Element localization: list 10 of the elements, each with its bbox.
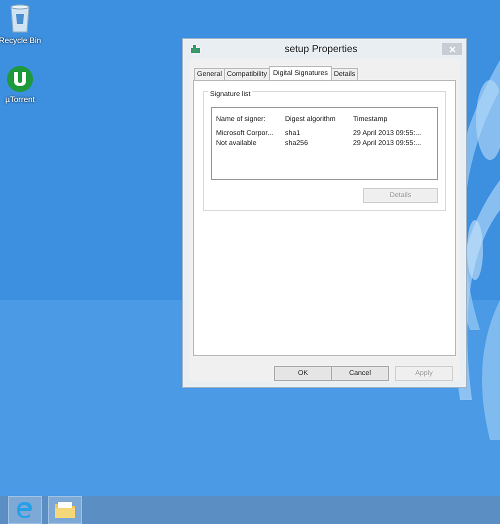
- recycle-bin-icon[interactable]: [9, 4, 31, 34]
- browser-e-icon: [15, 500, 35, 520]
- torrent-icon[interactable]: [6, 65, 34, 93]
- close-button[interactable]: [442, 43, 462, 55]
- window-title: setup Properties: [284, 44, 358, 54]
- app-icon: [191, 45, 200, 53]
- close-icon: [448, 46, 456, 52]
- taskbar-button[interactable]: [8, 496, 42, 524]
- folder-icon: [54, 501, 76, 519]
- taskbar-button[interactable]: [48, 496, 82, 524]
